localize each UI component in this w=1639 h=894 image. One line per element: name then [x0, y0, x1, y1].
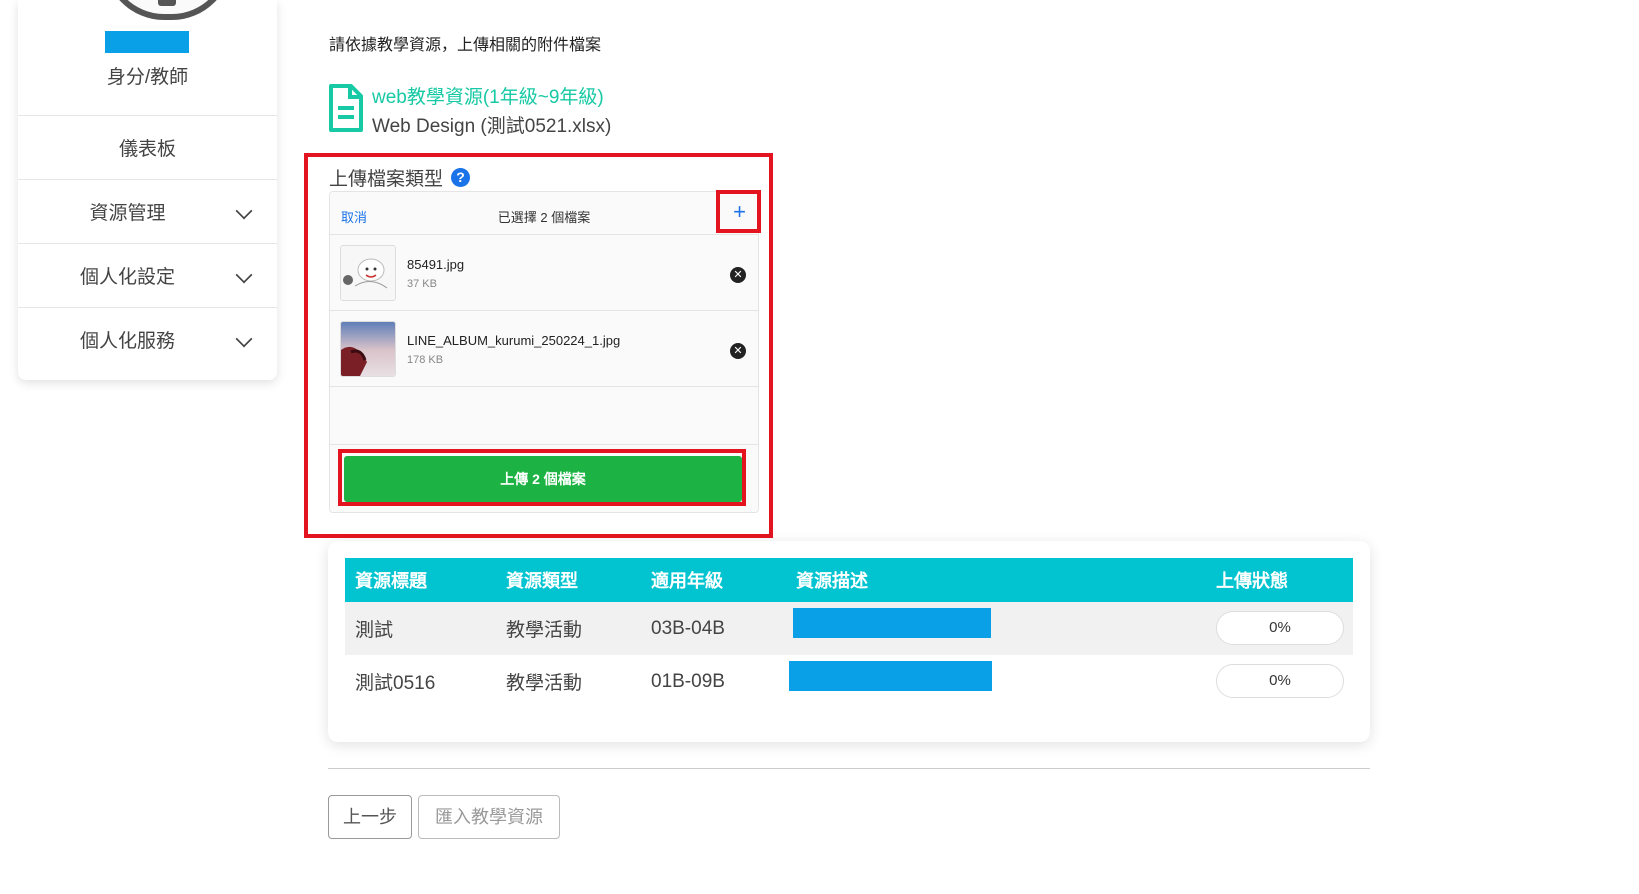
file-name: LINE_ALBUM_kurumi_250224_1.jpg: [407, 333, 621, 348]
import-resource-button[interactable]: 匯入教學資源: [418, 795, 560, 839]
cell-title: 測試: [355, 620, 394, 641]
upload-button-highlight: [338, 449, 746, 506]
description-redacted: [789, 661, 992, 691]
user-role: 身分/教師: [106, 67, 189, 88]
cell-type: 教學活動: [506, 620, 583, 641]
file-thumbnail: [340, 321, 396, 377]
chevron-down-icon: [235, 330, 253, 348]
user-name-redacted: [105, 31, 189, 53]
file-item: 85491.jpg 37 KB ✕: [330, 235, 758, 311]
table-row: 測試0516 教學活動 01B-09B 0%: [345, 655, 1353, 708]
sidebar-item-dashboard[interactable]: 儀表板: [18, 115, 277, 179]
chevron-down-icon: [235, 202, 253, 220]
sidebar-item-label: 儀表板: [118, 139, 176, 160]
resource-file-name: Web Design (測試0521.xlsx): [372, 116, 612, 137]
upload-status-pill: 0%: [1216, 664, 1344, 698]
upload-file-type-label: 上傳檔案類型 ?: [329, 164, 471, 191]
cell-title: 測試0516: [355, 673, 436, 694]
selected-count: 已選擇 2 個檔案: [497, 210, 591, 225]
file-item: LINE_ALBUM_kurumi_250224_1.jpg 178 KB ✕: [330, 311, 758, 387]
chevron-down-icon: [235, 266, 253, 284]
column-header: 上傳狀態: [1216, 571, 1288, 591]
column-header: 資源描述: [796, 571, 868, 591]
resource-table-card: 資源標題 資源類型 適用年級 資源描述 上傳狀態 測試 教學活動 03B-04B…: [328, 541, 1370, 742]
remove-file-icon[interactable]: ✕: [730, 267, 746, 283]
column-header: 適用年級: [651, 571, 723, 591]
file-name: 85491.jpg: [407, 257, 465, 272]
sidebar-menu: 儀表板 資源管理 個人化設定 個人化服務: [18, 115, 277, 371]
sidebar: 身分/教師 儀表板 資源管理 個人化設定 個人化服務: [18, 0, 277, 380]
resource-title-link[interactable]: web教學資源(1年級~9年級): [372, 82, 604, 109]
cell-grade: 01B-09B: [651, 670, 725, 692]
help-icon[interactable]: ?: [451, 168, 471, 187]
cell-grade: 03B-04B: [651, 617, 725, 639]
instruction-text: 請依據教學資源，上傳相關的附件檔案: [329, 37, 602, 54]
sidebar-item-label: 個人化服務: [79, 331, 175, 352]
upload-status-pill: 0%: [1216, 611, 1344, 645]
table-header: 資源標題 資源類型 適用年級 資源描述 上傳狀態: [345, 558, 1353, 602]
resource-table: 資源標題 資源類型 適用年級 資源描述 上傳狀態 測試 教學活動 03B-04B…: [345, 558, 1353, 708]
remove-file-icon[interactable]: ✕: [730, 343, 746, 359]
column-header: 資源類型: [506, 571, 578, 591]
sidebar-item-label: 資源管理: [89, 203, 166, 224]
sidebar-item-personal-services[interactable]: 個人化服務: [18, 307, 277, 371]
uploader-header: 取消 已選擇 2 個檔案 +: [330, 192, 758, 235]
sidebar-item-resource-management[interactable]: 資源管理: [18, 179, 277, 243]
cell-type: 教學活動: [506, 673, 583, 694]
column-header: 資源標題: [355, 571, 427, 591]
file-thumbnail: [340, 245, 396, 301]
sidebar-item-label: 個人化設定: [79, 267, 175, 288]
file-size: 178 KB: [407, 354, 444, 366]
table-row: 測試 教學活動 03B-04B 0%: [345, 602, 1353, 655]
avatar-icon: [158, 0, 176, 6]
upload-label-text: 上傳檔案類型: [329, 169, 444, 190]
add-file-highlight: [716, 190, 761, 233]
document-icon: [329, 84, 363, 132]
sidebar-item-personal-settings[interactable]: 個人化設定: [18, 243, 277, 307]
previous-step-button[interactable]: 上一步: [328, 795, 412, 839]
file-size: 37 KB: [407, 278, 437, 290]
description-redacted: [793, 608, 991, 638]
divider: [328, 768, 1370, 769]
